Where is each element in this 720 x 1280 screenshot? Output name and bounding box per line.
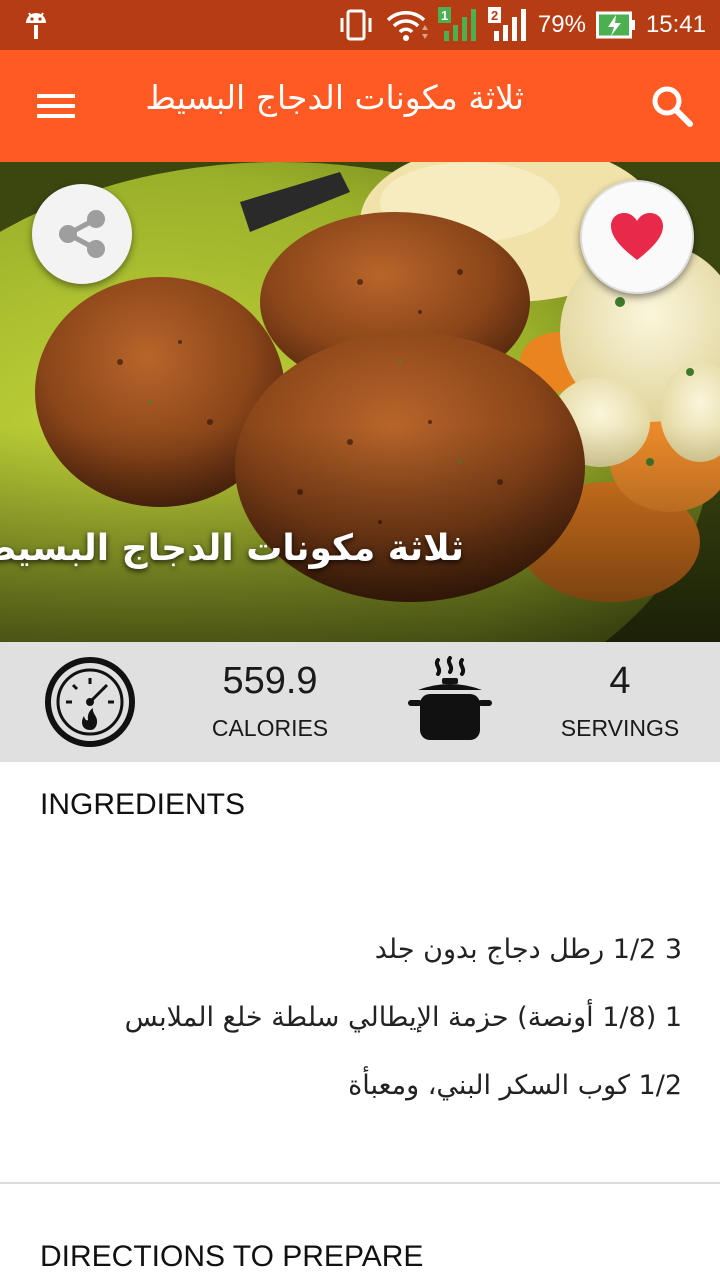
ingredient-item: 3 1/2 رطل دجاج بدون جلد: [374, 934, 682, 965]
android-icon: [26, 12, 46, 39]
svg-text:1: 1: [441, 8, 448, 23]
recipe-stats-bar: 559.9 CALORIES 4 SERVINGS: [0, 642, 720, 762]
hamburger-menu-icon[interactable]: [30, 80, 82, 132]
servings-value: 4: [609, 660, 631, 702]
search-icon[interactable]: [648, 82, 696, 130]
app-bar: ثلاثة مكونات الدجاج البسيط: [0, 50, 720, 162]
battery-charging-icon: [595, 11, 635, 39]
ingredients-heading: INGREDIENTS: [40, 788, 246, 821]
servings-label: SERVINGS: [560, 715, 680, 741]
calorie-gauge-icon: [45, 657, 135, 747]
vibrate-icon: [340, 9, 372, 41]
favorite-button[interactable]: [580, 180, 694, 294]
heart-icon: [611, 213, 663, 260]
cooking-pot-icon: [408, 656, 492, 740]
battery-percent: 79%: [537, 11, 586, 38]
clock: 15:41: [645, 11, 706, 38]
calories-label: CALORIES: [211, 715, 329, 741]
wifi-icon: [386, 11, 428, 41]
page-title: ثلاثة مكونات الدجاج البسيط: [145, 78, 524, 117]
hero-recipe-title: ثلاثة مكونات الدجاج البسيط: [0, 528, 464, 569]
status-bar: 1 2 79% 15:41: [0, 0, 720, 50]
ingredient-item: 1 (1/8 أونصة) حزمة الإيطالي سلطة خلع الم…: [124, 1002, 682, 1033]
ingredients-list: 3 1/2 رطل دجاج بدون جلد 1 (1/8 أونصة) حز…: [42, 928, 682, 1132]
section-divider: [0, 1182, 720, 1184]
signal-sim1-icon: 1: [437, 7, 476, 41]
directions-heading: DIRECTIONS TO PREPARE: [40, 1240, 424, 1273]
share-button[interactable]: [32, 184, 132, 284]
svg-text:2: 2: [491, 8, 498, 23]
calories-value: 559.9: [222, 660, 318, 702]
share-icon: [59, 210, 105, 258]
ingredient-item: 1/2 كوب السكر البني، ومعبأة: [348, 1070, 682, 1101]
signal-sim2-icon: 2: [487, 7, 526, 41]
recipe-hero-image: ثلاثة مكونات الدجاج البسيط: [0, 162, 720, 642]
